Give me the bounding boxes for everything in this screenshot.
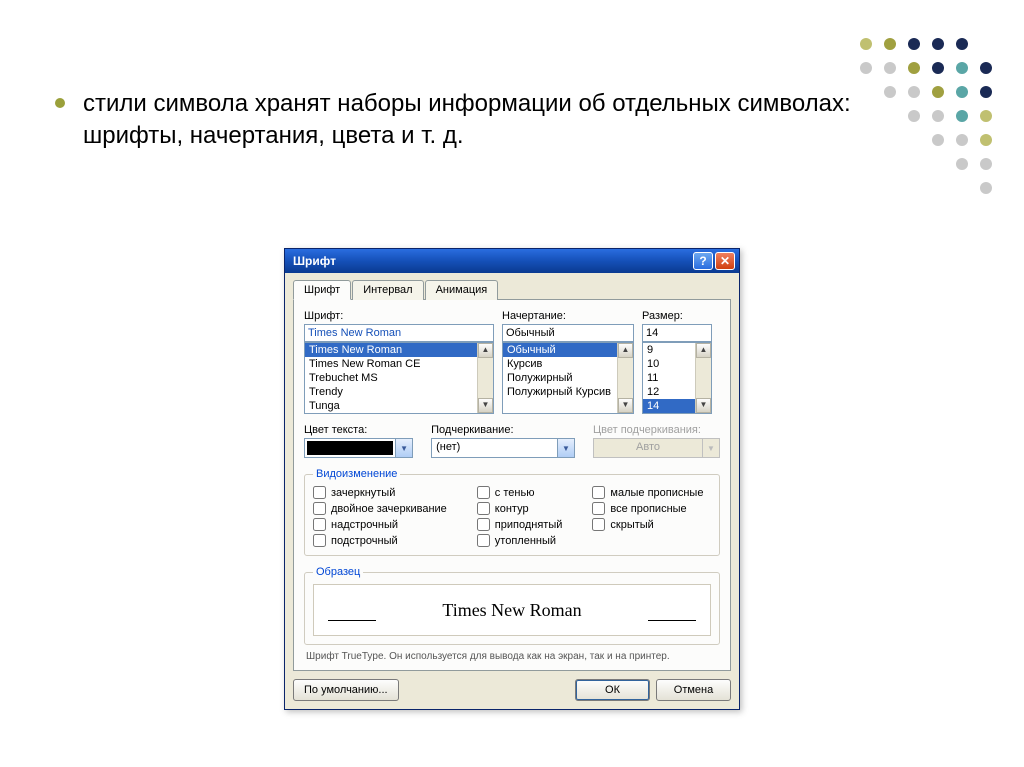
list-item[interactable]: 12 bbox=[643, 385, 695, 399]
sample-preview: Times New Roman bbox=[313, 584, 711, 636]
size-label: Размер: bbox=[642, 310, 712, 322]
tab-font[interactable]: Шрифт bbox=[293, 280, 351, 300]
textcolor-combo[interactable]: ▼ bbox=[304, 438, 413, 458]
list-item[interactable]: Trendy bbox=[305, 385, 477, 399]
chk-allcaps[interactable]: все прописные bbox=[592, 502, 703, 515]
chk-hidden[interactable]: скрытый bbox=[592, 518, 703, 531]
bullet-text: стили символа хранят наборы информации о… bbox=[83, 88, 875, 153]
font-label: Шрифт: bbox=[304, 310, 494, 322]
scrollbar[interactable]: ▲ ▼ bbox=[477, 343, 493, 413]
dialog-title: Шрифт bbox=[293, 254, 336, 268]
chevron-down-icon: ▼ bbox=[702, 439, 719, 457]
sample-text: Times New Roman bbox=[442, 600, 581, 621]
chevron-down-icon[interactable]: ▼ bbox=[395, 439, 412, 457]
list-item[interactable]: Tunga bbox=[305, 399, 477, 413]
chk-smallcaps[interactable]: малые прописные bbox=[592, 486, 703, 499]
chk-superscript[interactable]: надстрочный bbox=[313, 518, 447, 531]
list-item[interactable]: Times New Roman bbox=[305, 343, 477, 357]
list-item[interactable]: Trebuchet MS bbox=[305, 371, 477, 385]
list-item[interactable]: Times New Roman CE bbox=[305, 357, 477, 371]
list-item[interactable]: Полужирный bbox=[503, 371, 617, 385]
tab-panel: Шрифт: Times New Roman Times New Roman C… bbox=[293, 300, 731, 671]
style-listbox[interactable]: Обычный Курсив Полужирный Полужирный Кур… bbox=[502, 342, 634, 414]
chk-shadow[interactable]: с тенью bbox=[477, 486, 563, 499]
size-listbox[interactable]: 9 10 11 12 14 ▲ ▼ bbox=[642, 342, 712, 414]
underline-combo[interactable]: (нет) ▼ bbox=[431, 438, 575, 458]
underlinecolor-label: Цвет подчеркивания: bbox=[593, 424, 720, 436]
close-button[interactable]: ✕ bbox=[715, 252, 735, 270]
font-input[interactable] bbox=[304, 324, 494, 342]
list-item[interactable]: 9 bbox=[643, 343, 695, 357]
list-item[interactable]: Обычный bbox=[503, 343, 617, 357]
textcolor-label: Цвет текста: bbox=[304, 424, 413, 436]
scroll-up-icon[interactable]: ▲ bbox=[618, 343, 633, 358]
font-dialog: Шрифт ? ✕ Шрифт Интервал Анимация Шрифт:… bbox=[284, 248, 740, 710]
sample-legend: Образец bbox=[313, 566, 363, 578]
scrollbar[interactable]: ▲ ▼ bbox=[695, 343, 711, 413]
scroll-up-icon[interactable]: ▲ bbox=[696, 343, 711, 358]
titlebar[interactable]: Шрифт ? ✕ bbox=[285, 249, 739, 273]
underline-label: Подчеркивание: bbox=[431, 424, 575, 436]
underlinecolor-value: Авто bbox=[594, 439, 702, 457]
font-listbox[interactable]: Times New Roman Times New Roman CE Trebu… bbox=[304, 342, 494, 414]
chevron-down-icon[interactable]: ▼ bbox=[557, 439, 574, 457]
effects-legend: Видоизменение bbox=[313, 468, 400, 480]
list-item[interactable]: 10 bbox=[643, 357, 695, 371]
list-item[interactable]: 14 bbox=[643, 399, 695, 413]
size-input[interactable] bbox=[642, 324, 712, 342]
chk-engrave[interactable]: утопленный bbox=[477, 534, 563, 547]
sample-line bbox=[648, 620, 696, 621]
tab-interval[interactable]: Интервал bbox=[352, 280, 423, 300]
sample-group: Образец Times New Roman bbox=[304, 566, 720, 645]
bullet-icon bbox=[55, 98, 65, 108]
decorative-dots bbox=[860, 38, 1024, 202]
chk-strikethrough[interactable]: зачеркнутый bbox=[313, 486, 447, 499]
underlinecolor-combo: Авто ▼ bbox=[593, 438, 720, 458]
chk-double-strike[interactable]: двойное зачеркивание bbox=[313, 502, 447, 515]
scroll-up-icon[interactable]: ▲ bbox=[478, 343, 493, 358]
style-label: Начертание: bbox=[502, 310, 634, 322]
help-button[interactable]: ? bbox=[693, 252, 713, 270]
chk-subscript[interactable]: подстрочный bbox=[313, 534, 447, 547]
slide-content: стили символа хранят наборы информации о… bbox=[55, 88, 875, 153]
tab-strip: Шрифт Интервал Анимация bbox=[293, 279, 731, 300]
cancel-button[interactable]: Отмена bbox=[656, 679, 731, 701]
scroll-down-icon[interactable]: ▼ bbox=[618, 398, 633, 413]
effects-group: Видоизменение зачеркнутый двойное зачерк… bbox=[304, 468, 720, 556]
tab-animation[interactable]: Анимация bbox=[425, 280, 499, 300]
scroll-down-icon[interactable]: ▼ bbox=[696, 398, 711, 413]
sample-line bbox=[328, 620, 376, 621]
list-item[interactable]: Полужирный Курсив bbox=[503, 385, 617, 399]
ok-button[interactable]: ОК bbox=[575, 679, 650, 701]
chk-emboss[interactable]: приподнятый bbox=[477, 518, 563, 531]
default-button[interactable]: По умолчанию... bbox=[293, 679, 399, 701]
scrollbar[interactable]: ▲ ▼ bbox=[617, 343, 633, 413]
list-item[interactable]: 11 bbox=[643, 371, 695, 385]
scroll-down-icon[interactable]: ▼ bbox=[478, 398, 493, 413]
list-item[interactable]: Курсив bbox=[503, 357, 617, 371]
style-input[interactable] bbox=[502, 324, 634, 342]
hint-text: Шрифт TrueType. Он используется для выво… bbox=[306, 651, 718, 662]
chk-outline[interactable]: контур bbox=[477, 502, 563, 515]
color-swatch bbox=[307, 441, 393, 455]
underline-value: (нет) bbox=[432, 439, 557, 457]
